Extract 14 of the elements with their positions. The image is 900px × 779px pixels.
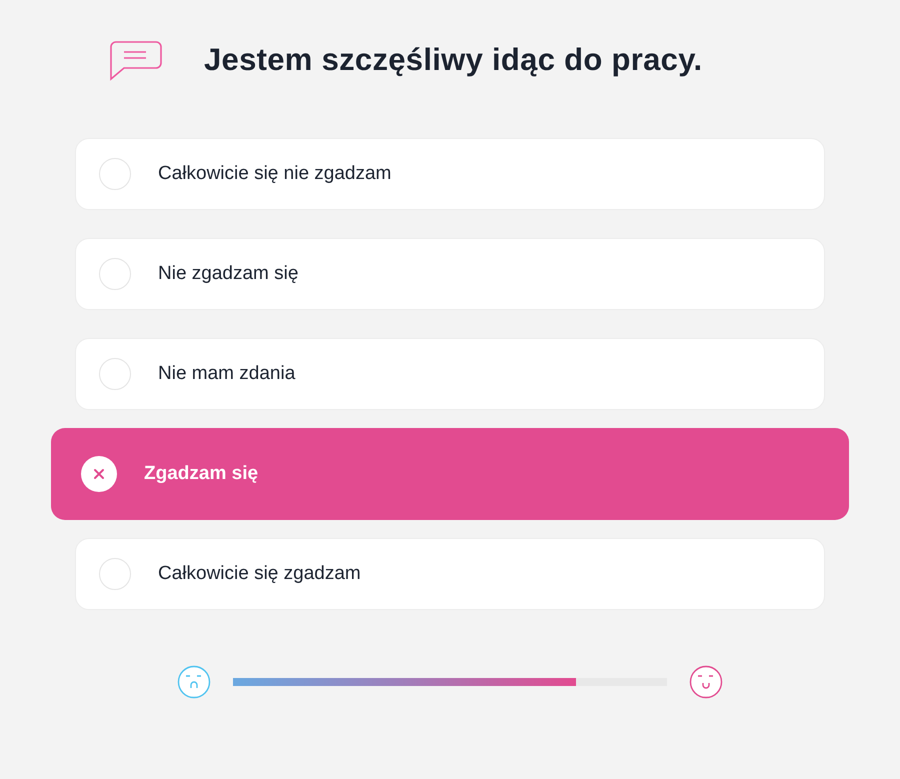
answer-option[interactable]: Całkowicie się zgadzam <box>75 538 825 610</box>
radio-circle <box>99 358 131 390</box>
sad-face-icon <box>177 665 211 699</box>
close-icon <box>81 456 117 492</box>
answer-option[interactable]: Nie zgadzam się <box>75 238 825 310</box>
answer-option[interactable]: Nie mam zdania <box>75 338 825 410</box>
question-title: Jestem szczęśliwy idąc do pracy. <box>204 42 702 78</box>
radio-circle <box>99 258 131 290</box>
chat-icon <box>110 41 162 81</box>
radio-circle <box>99 558 131 590</box>
radio-circle <box>99 158 131 190</box>
happy-face-icon <box>689 665 723 699</box>
answer-option[interactable]: Zgadzam się <box>51 428 849 520</box>
answer-option[interactable]: Całkowicie się nie zgadzam <box>75 138 825 210</box>
